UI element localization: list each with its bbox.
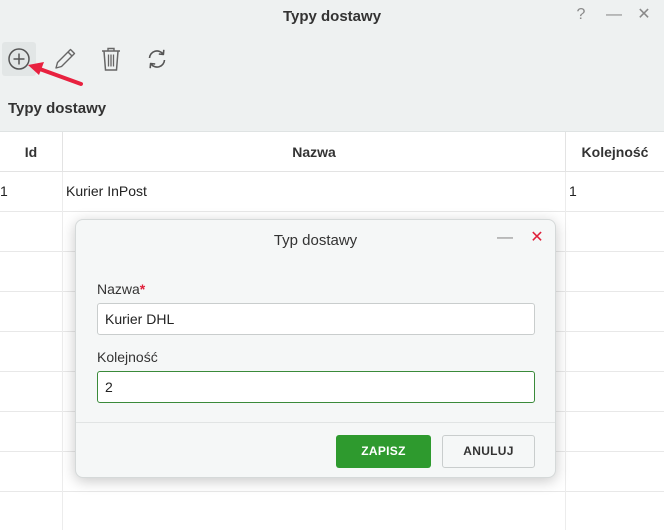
- cell-order: 1: [569, 183, 577, 199]
- dialog-footer-divider: [76, 422, 555, 423]
- help-button[interactable]: ?: [569, 4, 593, 26]
- name-field-label: Nazwa*: [97, 281, 145, 297]
- refresh-icon: [148, 49, 166, 69]
- close-button[interactable]: ✕: [632, 4, 656, 26]
- save-button[interactable]: ZAPISZ: [336, 435, 431, 468]
- dialog-close-button[interactable]: ✕: [526, 228, 548, 248]
- cell-id: 1: [0, 183, 8, 199]
- edit-icon: [55, 48, 76, 69]
- dialog-title: Typ dostawy: [273, 232, 358, 249]
- dialog-minimize-button[interactable]: —: [494, 228, 516, 248]
- column-header-name[interactable]: Nazwa: [63, 132, 565, 172]
- add-button[interactable]: [2, 42, 36, 76]
- required-marker: *: [139, 281, 146, 297]
- delete-icon: [102, 47, 120, 71]
- column-header-id[interactable]: Id: [0, 132, 62, 172]
- window-titlebar: Typy dostawy ? — ✕: [0, 0, 664, 34]
- cancel-button[interactable]: ANULUJ: [442, 435, 535, 468]
- order-field-label: Kolejność: [97, 349, 158, 365]
- column-divider: [565, 172, 566, 530]
- order-input[interactable]: [97, 371, 535, 403]
- name-input[interactable]: [97, 303, 535, 335]
- column-divider: [62, 172, 63, 530]
- add-icon: [8, 48, 30, 70]
- name-label-text: Nazwa: [97, 281, 140, 297]
- minimize-button[interactable]: —: [602, 4, 626, 26]
- section-title: Typy dostawy: [8, 100, 107, 117]
- table-header: Id Nazwa Kolejność: [0, 132, 664, 172]
- delivery-type-dialog: Typ dostawy — ✕ Nazwa* Kolejność ZAPISZ …: [75, 219, 556, 478]
- refresh-button[interactable]: [140, 42, 174, 76]
- window-title: Typy dostawy: [282, 8, 382, 25]
- toolbar: Typy dostawy: [0, 34, 664, 132]
- cell-name: Kurier InPost: [66, 183, 147, 199]
- column-header-order[interactable]: Kolejność: [566, 132, 664, 172]
- edit-button[interactable]: [48, 42, 82, 76]
- delete-button[interactable]: [94, 42, 128, 76]
